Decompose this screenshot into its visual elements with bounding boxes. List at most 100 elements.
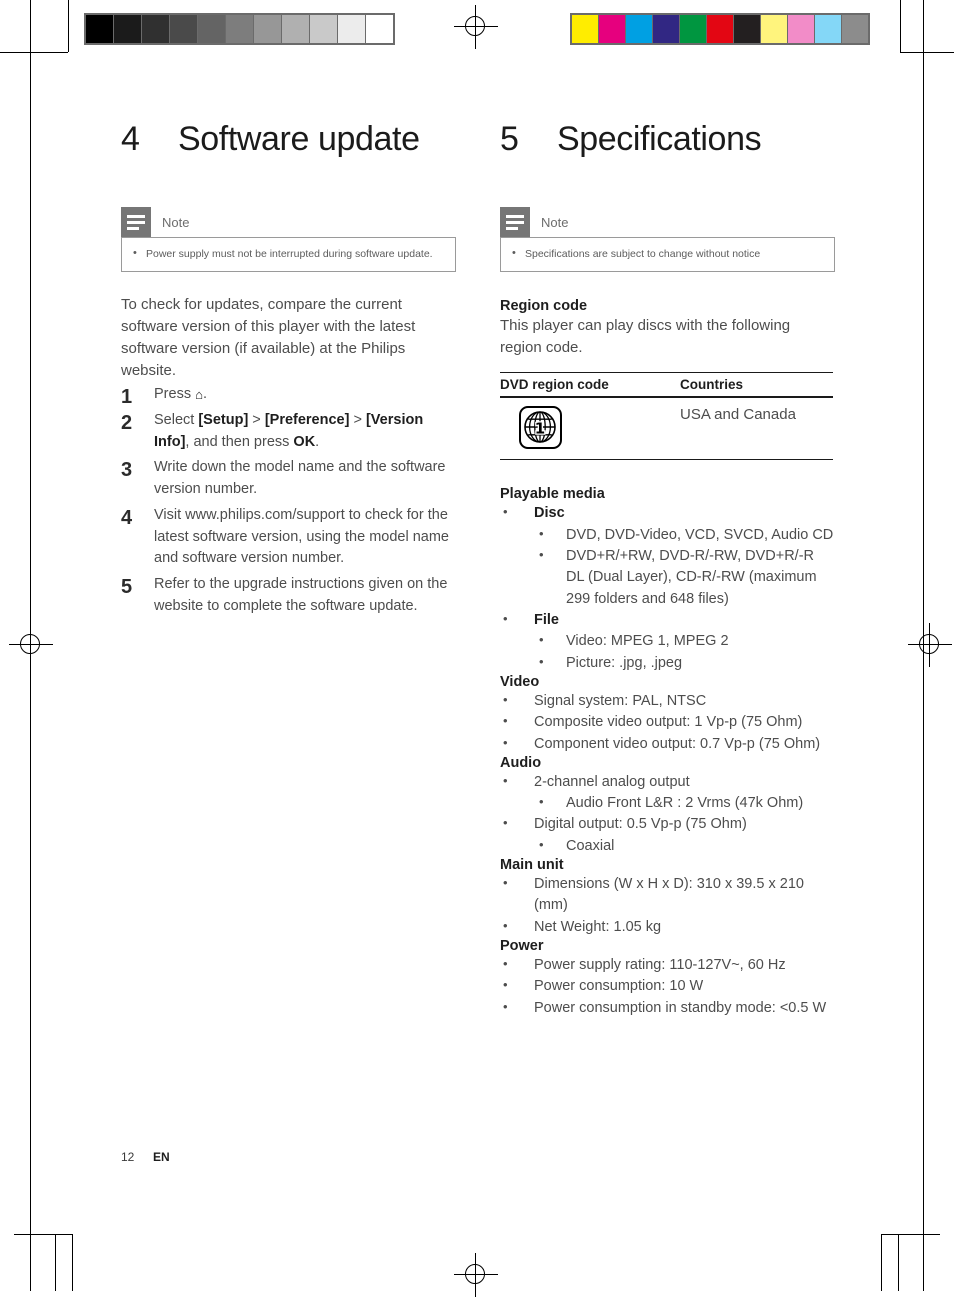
spec-item: Signal system: PAL, NTSC [500,690,835,712]
spec-subitem-list: DVD, DVD-Video, VCD, SVCD, Audio CDDVD+R… [534,524,835,610]
spec-section-heading: Playable media [500,486,605,503]
spec-item-label: Net Weight: 1.05 kg [534,918,662,935]
step-number: 3 [121,459,133,482]
note-header: Note [121,207,456,237]
spec-item: Net Weight: 1.05 kg [500,916,835,938]
spec-item: Composite video output: 1 Vp-p (75 Ohm) [500,711,835,733]
note-content: Power supply must not be interrupted dur… [121,237,456,272]
spec-item-label: Power supply rating: 110-127V~, 60 Hz [534,957,786,974]
chapter-heading-specifications: 5 Specifications [500,120,835,159]
spec-section: Main unit Dimensions (W x H x D): 310 x 3… [500,857,835,938]
spec-subitem: Audio Front L&R : 2 Vrms (47k Ohm) [534,792,835,814]
spec-item: Component video output: 0.7 Vp-p (75 Ohm… [500,733,835,755]
note-icon [121,207,151,237]
spec-item-list: 2-channel analog output Audio Front L&R :… [500,771,835,857]
spec-item: Power consumption: 10 W [500,975,835,997]
dvd-region-1-globe-icon: 1 [519,406,562,450]
language-code: EN [153,1150,170,1164]
note-box-software-update: Note Power supply must not be interrupte… [121,207,456,272]
dvd-region-table: DVD region code Countries 1 USA and Cana… [500,372,833,461]
table-header-row: DVD region code Countries [500,372,833,399]
manual-page: 4 Software update Note Power supply must … [0,0,954,1291]
spec-subitem-list: Video: MPEG 1, MPEG 2Picture: .jpg, .jpe… [534,630,835,674]
menu-path-setup: [Setup] [198,411,249,428]
spec-section-heading: Main unit [500,857,564,874]
spec-item-list: Dimensions (W x H x D): 310 x 39.5 x 210… [500,873,835,938]
spec-item: Power consumption in standby mode: <0.5 … [500,997,835,1019]
spec-section: Audio 2-channel analog output Audio Front … [500,755,835,857]
note-item: Specifications are subject to change wit… [509,246,824,262]
chapter-number: 4 [121,120,140,158]
spec-section-heading: Audio [500,754,542,771]
column-header-countries: Countries [647,372,833,399]
spec-item-label: Dimensions (W x H x D): 310 x 39.5 x 210… [534,876,804,914]
spec-item-list: Signal system: PAL, NTSC Composite video … [500,690,835,755]
left-column: 4 Software update Note Power supply must … [121,120,456,622]
chapter-number: 5 [500,120,519,158]
spec-subitem-list: Coaxial [534,835,835,857]
spec-item-label: Power consumption: 10 W [534,978,704,995]
software-update-steps: 1 Press ⌂. 2 Select [Setup] > [Preference]… [121,384,456,618]
step-item-2: 2 Select [Setup] > [Preference] > [Versio… [121,410,456,454]
spec-item: File Video: MPEG 1, MPEG 2Picture: .jpg, … [500,609,835,674]
note-label: Note [541,214,569,230]
region-code-heading: Region code [500,297,588,314]
step-number: 4 [121,506,133,529]
column-header-region-code: DVD region code [500,372,647,399]
step-number: 2 [121,411,133,434]
step-text-suffix: . [202,386,207,403]
button-ok-label: OK [293,433,316,450]
spec-item: 2-channel analog output Audio Front L&R :… [500,771,835,815]
spec-item: Dimensions (W x H x D): 310 x 39.5 x 210… [500,873,835,917]
step-text: Refer to the upgrade instructions given … [154,576,448,614]
chapter-title: Software update [178,120,420,158]
spec-item-list: Power supply rating: 110-127V~, 60 Hz Pow… [500,954,835,1019]
home-icon: ⌂ [195,387,203,403]
right-column: 5 Specifications Note Specifications are … [500,120,835,1019]
spec-section: Video Signal system: PAL, NTSC Composite v… [500,674,835,755]
spec-subitem: Coaxial [534,835,835,857]
svg-text:1: 1 [535,420,545,438]
page-footer: 12 EN [121,1150,170,1164]
spec-item-label: Power consumption in standby mode: <0.5 … [534,999,827,1016]
step-item-4: 4 Visit www.philips.com/support to check … [121,505,456,570]
spec-subitem: DVD+R/+RW, DVD-R/-RW, DVD+R/-R DL (Dual … [534,545,835,610]
step-text-end: . [315,433,320,450]
step-item-5: 5 Refer to the upgrade instructions given… [121,574,456,618]
step-text: Visit www.philips.com/support to check f… [154,506,449,567]
chapter-title: Specifications [557,120,762,158]
intro-paragraph: To check for updates, compare the curren… [121,295,416,380]
spec-item-label: Digital output: 0.5 Vp-p (75 Ohm) [534,816,747,833]
spec-section-heading: Power [500,938,544,955]
spec-subitem-list: Audio Front L&R : 2 Vrms (47k Ohm) [534,792,835,814]
chapter-heading-software-update: 4 Software update [121,120,456,159]
spec-item-label: File [534,611,559,628]
note-item: Power supply must not be interrupted dur… [130,246,445,262]
note-content: Specifications are subject to change wit… [500,237,835,272]
spec-subitem: Video: MPEG 1, MPEG 2 [534,630,835,652]
spec-section: PowerPower supply rating: 110-127V~, 60 … [500,938,835,1019]
step-text: Press [154,386,196,403]
spec-item-label: 2-channel analog output [534,773,690,790]
separator-1: > [248,411,265,428]
spec-item-label: Component video output: 0.7 Vp-p (75 Ohm… [534,735,821,752]
spec-item: Power supply rating: 110-127V~, 60 Hz [500,954,835,976]
spec-item-label: Disc [534,505,565,522]
spec-item-label: Signal system: PAL, NTSC [534,692,707,709]
step-text: Write down the model name and the softwa… [154,459,446,498]
spec-subitem: Picture: .jpg, .jpeg [534,652,835,674]
step-item-1: 1 Press ⌂. [121,384,456,408]
menu-path-preference: [Preference] [264,411,350,428]
step-text-mid: , and then press [185,433,294,450]
spec-subitem: DVD, DVD-Video, VCD, SVCD, Audio CD [534,524,835,546]
separator-2: > [349,411,366,428]
step-item-3: 3 Write down the model name and the softw… [121,457,456,501]
spec-item-label: Composite video output: 1 Vp-p (75 Ohm) [534,714,803,731]
note-box-specifications: Note Specifications are subject to chang… [500,207,835,272]
countries-cell: USA and Canada [647,397,833,461]
specification-sections: Playable media Disc DVD, DVD-Video, VCD, S… [500,486,835,1019]
step-text: Select [154,411,199,428]
spec-section: Playable media Disc DVD, DVD-Video, VCD, S… [500,486,835,674]
page-number: 12 [121,1150,135,1164]
table-row: 1 USA and Canada [500,397,833,461]
